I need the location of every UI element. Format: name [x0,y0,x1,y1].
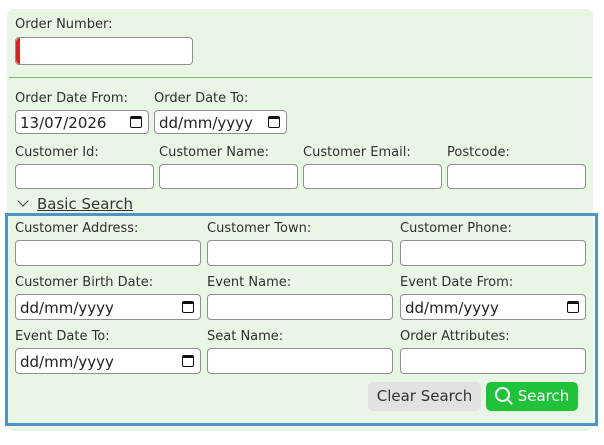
customer-phone-input[interactable] [400,240,586,266]
postcode-label: Postcode: [447,145,510,160]
section-divider [9,77,592,78]
calendar-icon[interactable] [130,116,142,128]
customer-email-label: Customer Email: [303,145,411,160]
basic-search-label: Basic Search [37,195,134,213]
event-date-to-label: Event Date To: [15,329,110,344]
order-date-from-label: Order Date From: [15,91,128,106]
order-date-to-input[interactable]: dd/mm/yyyy [154,110,287,134]
customer-birth-date-input[interactable]: dd/mm/yyyy [15,294,201,320]
search-label: Search [517,387,570,405]
customer-town-input[interactable] [207,240,393,266]
seat-name-label: Seat Name: [207,329,284,344]
customer-address-label: Customer Address: [15,221,139,236]
event-name-input[interactable] [207,294,393,320]
customer-id-label: Customer Id: [15,145,99,160]
order-date-to-label: Order Date To: [154,91,249,106]
event-date-from-value: dd/mm/yyyy [405,299,499,317]
clear-search-label: Clear Search [376,387,473,405]
customer-id-input[interactable] [15,164,154,189]
order-number-input[interactable] [15,37,193,65]
postcode-input[interactable] [447,164,586,189]
order-attributes-label: Order Attributes: [400,329,510,344]
calendar-icon[interactable] [182,301,194,313]
customer-phone-label: Customer Phone: [400,221,512,236]
customer-name-label: Customer Name: [159,145,270,160]
order-number-label: Order Number: [15,17,113,32]
seat-name-input[interactable] [207,348,393,374]
event-date-to-value: dd/mm/yyyy [20,353,114,371]
order-date-from-input[interactable]: 13/07/2026 [15,110,149,134]
customer-town-label: Customer Town: [207,221,312,236]
chevron-down-icon [17,195,29,207]
event-date-to-input[interactable]: dd/mm/yyyy [15,348,201,374]
calendar-icon[interactable] [268,116,280,128]
order-date-to-value: dd/mm/yyyy [159,114,253,132]
event-name-label: Event Name: [207,275,292,290]
customer-birth-date-label: Customer Birth Date: [15,275,154,290]
customer-birth-date-value: dd/mm/yyyy [20,299,114,317]
customer-email-input[interactable] [303,164,442,189]
customer-address-input[interactable] [15,240,201,266]
event-date-from-label: Event Date From: [400,275,514,290]
calendar-icon[interactable] [567,301,579,313]
customer-name-input[interactable] [159,164,298,189]
event-date-from-input[interactable]: dd/mm/yyyy [400,294,586,320]
calendar-icon[interactable] [182,355,194,367]
order-attributes-input[interactable] [400,348,586,374]
error-indicator [16,38,20,64]
order-date-from-value: 13/07/2026 [20,114,107,132]
clear-search-button[interactable]: Clear Search [368,382,481,411]
basic-search-toggle[interactable]: Basic Search [17,195,133,213]
search-icon [494,387,510,402]
search-button[interactable]: Search [486,382,578,411]
